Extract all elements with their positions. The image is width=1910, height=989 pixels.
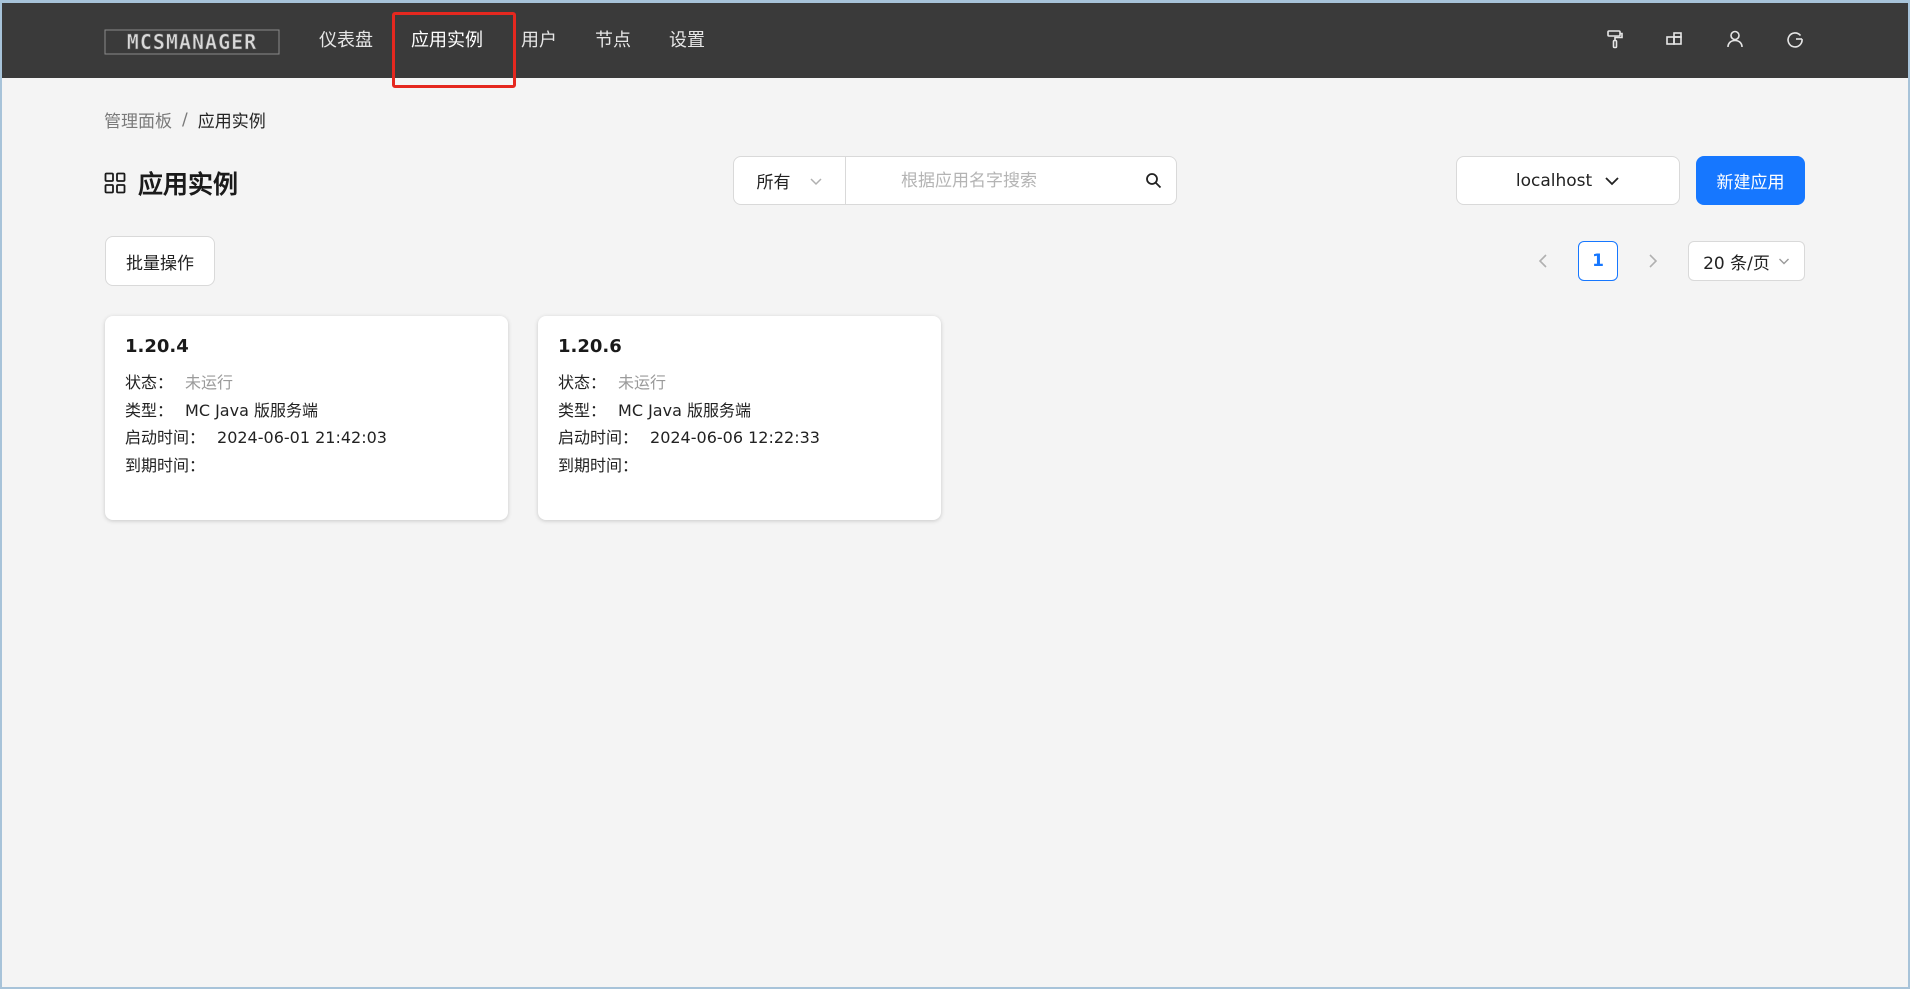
breadcrumb-separator: /	[182, 109, 188, 130]
instance-type-row: 类型： MC Java 版服务端	[125, 397, 488, 425]
instance-filter: 所有	[733, 156, 1177, 205]
instance-card[interactable]: 1.20.4 状态： 未运行 类型： MC Java 版服务端 启动时间： 20…	[105, 316, 508, 520]
page-size-select[interactable]: 20 条/页	[1688, 241, 1805, 281]
instance-type: MC Java 版服务端	[185, 400, 318, 420]
instance-expire-row: 到期时间：	[125, 455, 206, 475]
instance-start-time: 2024-06-06 12:22:33	[650, 428, 820, 447]
instance-status: 未运行	[618, 373, 667, 392]
instance-type: MC Java 版服务端	[618, 400, 751, 420]
instance-name: 1.20.4	[125, 336, 189, 357]
nav-settings[interactable]: 设置	[650, 0, 724, 78]
instance-expire-row: 到期时间：	[558, 455, 639, 475]
pagination: 1	[1530, 241, 1666, 281]
breadcrumb-parent[interactable]: 管理面板	[104, 107, 172, 132]
new-app-button[interactable]: 新建应用	[1696, 156, 1805, 205]
instance-status: 未运行	[185, 373, 234, 392]
breadcrumb: 管理面板 / 应用实例	[104, 107, 266, 133]
layout-icon[interactable]	[1665, 29, 1685, 49]
status-filter-select[interactable]: 所有	[734, 157, 846, 204]
instance-card[interactable]: 1.20.6 状态： 未运行 类型： MC Java 版服务端 启动时间： 20…	[538, 316, 941, 520]
search-icon[interactable]	[1130, 157, 1176, 204]
batch-operation-button[interactable]: 批量操作	[105, 236, 215, 286]
prev-page-icon[interactable]	[1530, 241, 1556, 281]
top-navigation-bar: MCSMANAGER 仪表盘 应用实例 用户 节点 设置	[0, 0, 1910, 88]
page-title-text: 应用实例	[138, 170, 239, 199]
next-page-icon[interactable]	[1640, 241, 1666, 281]
instance-start-time: 2024-06-01 21:42:03	[217, 428, 387, 447]
nav-nodes[interactable]: 节点	[576, 0, 650, 78]
instance-name: 1.20.6	[558, 336, 622, 357]
logo-wordmark: MCSMANAGER	[104, 29, 280, 55]
user-icon[interactable]	[1725, 29, 1745, 49]
instance-status-row: 状态： 未运行	[558, 369, 921, 397]
instance-start-row: 启动时间： 2024-06-06 12:22:33	[558, 424, 921, 452]
nav-instances[interactable]: 应用实例	[392, 0, 516, 88]
instance-type-row: 类型： MC Java 版服务端	[558, 397, 921, 425]
top-right-icons	[1605, 0, 1805, 78]
breadcrumb-current: 应用实例	[197, 112, 266, 132]
search-input[interactable]	[846, 157, 1130, 204]
node-select[interactable]: localhost	[1456, 156, 1680, 205]
svg-text:MCSMANAGER: MCSMANAGER	[127, 30, 257, 54]
main-nav: 仪表盘 应用实例 用户 节点 设置	[300, 0, 724, 88]
grid-icon	[104, 172, 126, 194]
chevron-down-icon	[1605, 176, 1619, 185]
instance-status-row: 状态： 未运行	[125, 369, 488, 397]
logout-icon[interactable]	[1785, 29, 1805, 49]
chevron-down-icon	[1778, 258, 1789, 265]
mcsmanager-logo[interactable]: MCSMANAGER	[104, 29, 280, 55]
page-number[interactable]: 1	[1578, 241, 1618, 281]
paint-roller-icon[interactable]	[1605, 29, 1625, 49]
chevron-down-icon	[809, 177, 822, 185]
page-title: 应用实例	[104, 165, 238, 201]
instance-start-row: 启动时间： 2024-06-01 21:42:03	[125, 424, 488, 452]
nav-users[interactable]: 用户	[502, 0, 576, 78]
nav-dashboard[interactable]: 仪表盘	[300, 0, 392, 78]
